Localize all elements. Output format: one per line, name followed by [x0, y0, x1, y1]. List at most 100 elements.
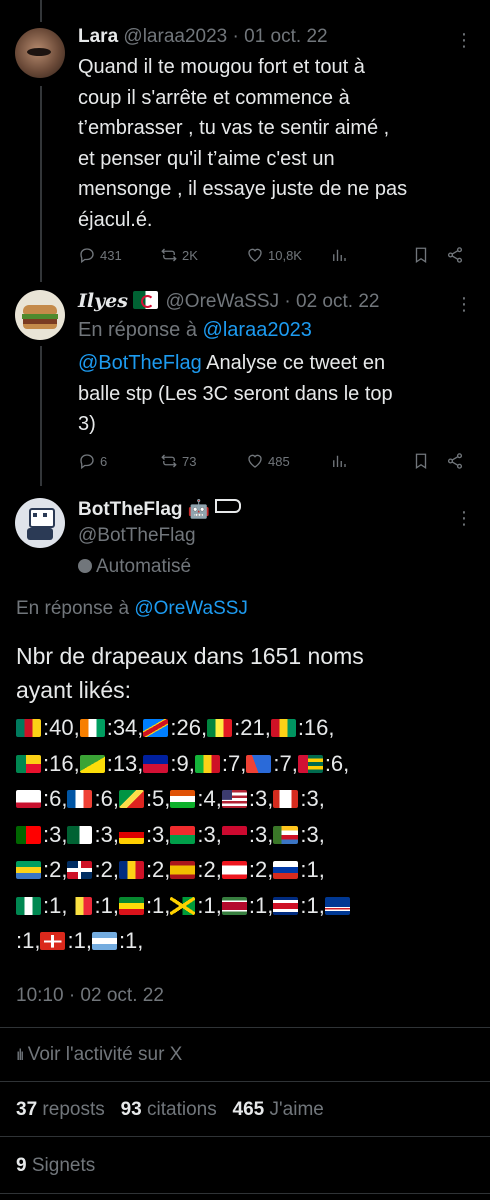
- badge-icon: [215, 499, 242, 513]
- flag-count: :2,: [248, 857, 274, 882]
- flag-count: :6,: [324, 750, 350, 776]
- flag-count: :26,: [170, 715, 208, 740]
- congo-flag-icon: [118, 790, 144, 808]
- romania-flag-icon: [118, 861, 144, 879]
- divider: [0, 1136, 490, 1137]
- bookmark-button[interactable]: [412, 452, 430, 470]
- flag-row: :40,:34,:26,:21,:16,: [16, 710, 476, 746]
- tweet-date[interactable]: · 01 oct. 22: [233, 26, 328, 47]
- flag-count: :2,: [43, 857, 68, 882]
- reply-to-link[interactable]: @laraa2023: [203, 319, 312, 341]
- action-bar: 431 2K 10,8K: [78, 246, 470, 268]
- activity-link[interactable]: ılı Voir l'activité sur X: [16, 1044, 182, 1066]
- views-button[interactable]: [330, 246, 348, 264]
- flag-row: :3,:3,:3,:3,:3,:3,: [16, 817, 476, 853]
- benin-flag-icon: [16, 754, 41, 773]
- flag-count: :1,: [16, 928, 41, 953]
- repost-button[interactable]: 73: [160, 452, 196, 470]
- mention-link[interactable]: @BotTheFlag: [78, 352, 202, 374]
- flag-row: :6,:6,:5,:4,:3,:3,: [16, 781, 476, 817]
- portugal-flag-icon: [16, 825, 41, 844]
- gabon-flag-icon: [16, 861, 41, 879]
- repost-count: 73: [182, 453, 197, 469]
- flag-count: :1,: [248, 892, 274, 918]
- reply-button[interactable]: 431: [78, 246, 122, 264]
- flag-row: :1,:1,:1,: [16, 923, 476, 959]
- reply-to-link[interactable]: @OreWaSSJ: [134, 598, 248, 619]
- reply-icon: [80, 248, 94, 264]
- ethiopia-flag-icon: [118, 896, 144, 915]
- flag-count: :1,: [43, 892, 68, 918]
- likes-stat[interactable]: 465 J'aime: [233, 1099, 324, 1120]
- flag-count: :3,: [248, 821, 274, 847]
- share-button[interactable]: [446, 246, 464, 264]
- author-name[interactable]: Lara: [78, 26, 118, 47]
- tweet-date[interactable]: · 02 oct. 22: [284, 291, 379, 312]
- guinea-flag-icon: [270, 719, 296, 737]
- more-options-icon[interactable]: ⋮: [455, 30, 473, 51]
- views-button[interactable]: [330, 452, 348, 470]
- tweet-ilyes[interactable]: Ilyes @OreWaSSJ · 02 oct. 22 ⋮ En répons…: [0, 282, 490, 488]
- repost-button[interactable]: 2K: [160, 246, 198, 264]
- tweet-bottheflag: BotTheFlag 🤖 @BotTheFlag ⋮ Automatisé En…: [0, 488, 490, 1200]
- reposts-stat[interactable]: 37 reposts: [16, 1099, 105, 1120]
- tweet-headline: Nbr de drapeaux dans 1651 noms ayant lik…: [16, 643, 364, 703]
- russia-flag-icon: [273, 861, 299, 879]
- action-bar: 6 73 485: [78, 452, 470, 474]
- author-name[interactable]: BotTheFlag: [78, 499, 183, 520]
- usa-flag-icon: [221, 790, 247, 808]
- burkina-flag-icon: [170, 825, 196, 844]
- repost-count: 2K: [182, 247, 198, 263]
- lebanon-flag-icon: [221, 861, 247, 879]
- angola-flag-icon: [221, 825, 247, 844]
- share-icon: [447, 453, 463, 469]
- reply-context: En réponse à @laraa2023: [78, 319, 312, 341]
- author-handle[interactable]: @laraa2023: [123, 26, 227, 47]
- avatar[interactable]: [15, 498, 65, 548]
- like-count: 10,8K: [268, 247, 302, 263]
- share-button[interactable]: [446, 452, 464, 470]
- bookmark-button[interactable]: [412, 246, 430, 264]
- flag-count: :40,: [43, 715, 80, 740]
- bookmarks-stat[interactable]: 9 Signets: [16, 1155, 95, 1177]
- heart-icon: [248, 248, 262, 262]
- flag-count: :3,: [43, 821, 68, 847]
- avatar[interactable]: [15, 28, 65, 78]
- engagement-stats: 37 reposts 93 citations 465 J'aime: [16, 1099, 324, 1121]
- flag-count: :1,: [300, 892, 325, 918]
- comoros-flag-icon: [273, 825, 299, 844]
- like-button[interactable]: 10,8K: [246, 246, 302, 264]
- flag-count: :3,: [300, 821, 325, 847]
- divider: [0, 1027, 490, 1028]
- flag-count: :4,: [197, 786, 222, 811]
- avatar[interactable]: [15, 290, 65, 340]
- tweet-timestamp[interactable]: 10:10 · 02 oct. 22: [16, 985, 164, 1007]
- author-handle[interactable]: @BotTheFlag: [78, 525, 196, 547]
- more-options-icon[interactable]: ⋮: [455, 294, 473, 315]
- flag-row: :1,:1,:1,:1,:1,:1,: [16, 888, 476, 924]
- flag-count: :3,: [248, 786, 274, 811]
- views-icon: ılı: [16, 1047, 25, 1064]
- spain-flag-icon: [170, 861, 196, 879]
- reply-button[interactable]: 6: [78, 452, 107, 470]
- author-name[interactable]: Ilyes: [78, 290, 128, 312]
- like-button[interactable]: 485: [246, 452, 290, 470]
- share-icon: [447, 247, 463, 263]
- divider: [0, 1193, 490, 1194]
- tweet-lara[interactable]: Lara @laraa2023 · 01 oct. 22 ⋮ Quand il …: [0, 0, 490, 282]
- costa-rica-flag-icon: [273, 896, 299, 915]
- flag-count: :5,: [145, 786, 171, 811]
- flag-count: :13,: [106, 750, 144, 776]
- repost-icon: [161, 248, 177, 262]
- more-options-icon[interactable]: ⋮: [455, 508, 473, 529]
- robot-icon: 🤖: [187, 499, 211, 519]
- automated-label[interactable]: Automatisé: [78, 556, 191, 578]
- switzerland-flag-icon: [40, 932, 66, 950]
- flag-count: :2,: [145, 857, 171, 882]
- author-handle[interactable]: @OreWaSSJ: [166, 291, 280, 312]
- reply-count: 6: [100, 453, 108, 469]
- dr-congo-flag-icon: [143, 719, 169, 737]
- flag-count: :3,: [300, 786, 325, 811]
- senegal-flag-icon: [207, 719, 233, 737]
- quotes-stat[interactable]: 93 citations: [121, 1099, 217, 1120]
